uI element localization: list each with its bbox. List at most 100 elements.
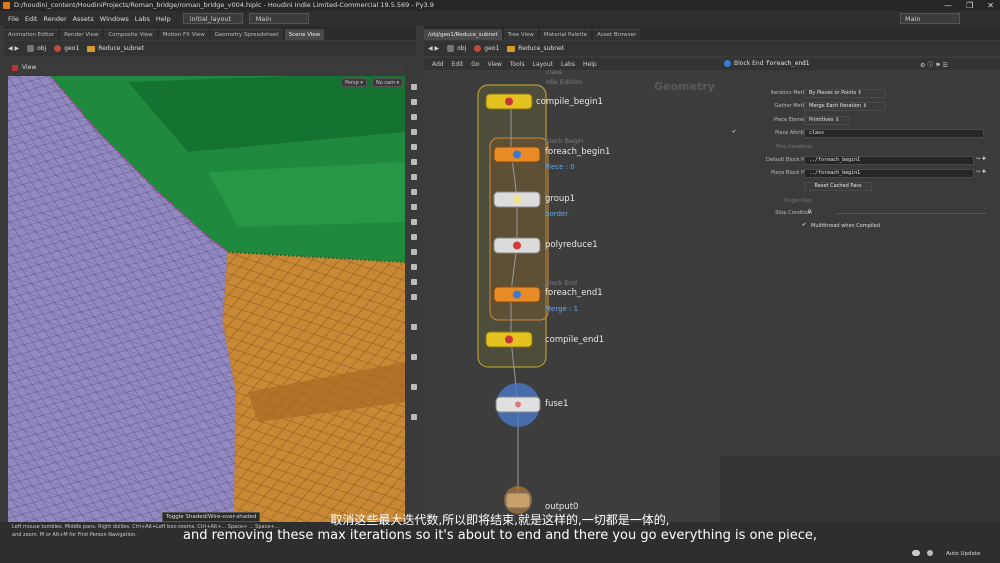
grid-icon[interactable] (411, 204, 417, 210)
tab-animation-editor[interactable]: Animation Editor (4, 29, 59, 40)
param-toolbar-icons[interactable]: ⚙ ⓘ ⚑ ☰ (920, 60, 948, 69)
geo-icon (54, 45, 62, 52)
node-foreach-end1-info: Merge : 1 (545, 305, 579, 313)
tab-composite-view[interactable]: Composite View (104, 29, 157, 40)
viewport-menu-icon[interactable] (12, 65, 18, 71)
net-menu-layout[interactable]: Layout (533, 61, 553, 68)
iteration-method-select[interactable]: By Pieces or Points ⇕ (804, 89, 886, 98)
no-cam-button[interactable]: No cam ▾ (372, 78, 404, 87)
menu-render[interactable]: Render (43, 15, 66, 23)
normals-icon[interactable] (411, 174, 417, 180)
houdini-app-icon (3, 2, 10, 9)
shade-mode-icon[interactable] (411, 264, 417, 270)
menu-assets[interactable]: Assets (73, 15, 94, 23)
stop-condition-slider[interactable] (836, 213, 986, 214)
param-node-name[interactable]: foreach_end1 (766, 60, 809, 67)
subtitle-en: and removing these max iterations so it'… (183, 528, 817, 543)
auto-update-button[interactable]: Auto Update (946, 551, 980, 557)
back-arrow-icon[interactable]: ◀ ▶ (8, 45, 19, 52)
param-row-single-pass: Single Pass (783, 198, 812, 204)
viewport-view-label[interactable]: View (22, 64, 36, 71)
tab-geometry-spreadsheet[interactable]: Geometry Spreadsheet (210, 29, 283, 40)
reset-cached-pass-button[interactable]: Reset Cached Pass (804, 182, 872, 191)
status-indicator-icon (927, 550, 933, 556)
right-desk-select[interactable]: Main (900, 13, 960, 24)
visualizer-icon[interactable] (411, 189, 417, 195)
camera-icon[interactable] (411, 234, 417, 240)
persp-camera-button[interactable]: Persp ▾ (341, 78, 367, 87)
wireframe-icon[interactable] (411, 99, 417, 105)
gather-method-select[interactable]: Merge Each Iteration ⇕ (804, 102, 886, 111)
net-menu-go[interactable]: Go (471, 61, 479, 68)
net-menu-labs[interactable]: Labs (561, 61, 575, 68)
path-subnet[interactable]: Reduce_subnet (87, 45, 144, 52)
tab-tree-view[interactable]: Tree View (503, 29, 538, 40)
tab-scene-view[interactable]: Scene View (284, 29, 325, 40)
menu-windows[interactable]: Windows (100, 15, 129, 23)
close-button[interactable]: ✕ (987, 0, 994, 11)
right-path-bar: ◀ ▶ obj geo1 Reduce_subnet (424, 41, 1000, 56)
net-menu-add[interactable]: Add (432, 61, 444, 68)
tab-render-view[interactable]: Render View (60, 29, 103, 40)
maximize-button[interactable]: ❐ (966, 0, 973, 11)
obj-icon (27, 45, 35, 52)
node-polyreduce1-label[interactable]: polyreduce1 (545, 240, 598, 250)
piece-attribute-field[interactable]: class (804, 129, 984, 138)
scene-viewport[interactable] (8, 62, 405, 522)
menu-labs[interactable]: Labs (135, 15, 150, 23)
menu-file[interactable]: File (8, 15, 19, 23)
link-icon[interactable] (411, 324, 417, 330)
subtitle-cn: 取消这些最大迭代数,所以即将结束,就是这样的,一切都是一体的, (330, 513, 670, 527)
menu-help[interactable]: Help (156, 15, 171, 23)
flipbook-icon[interactable] (411, 354, 417, 360)
ghost-icon[interactable] (411, 129, 417, 135)
tab-motion-fx-view[interactable]: Motion FX View (158, 29, 209, 40)
path-geo[interactable]: geo1 (54, 45, 79, 52)
net-menu-tools[interactable]: Tools (510, 61, 525, 68)
shaded-icon[interactable] (411, 114, 417, 120)
xray-icon[interactable] (411, 294, 417, 300)
node-compile-begin1 (485, 93, 533, 110)
multithread-check-icon[interactable]: ✔ (802, 222, 806, 228)
piece-elements-select[interactable]: Primitives ⇕ (804, 116, 850, 125)
piece-block-path-field[interactable]: ../foreach_begin1 (804, 169, 974, 178)
display-options-icon[interactable] (411, 84, 417, 90)
node-chooser-icon[interactable]: ↪ ✚ (976, 156, 986, 162)
default-block-path-field[interactable]: ../foreach_begin1 (804, 156, 974, 165)
render-region-icon[interactable] (411, 384, 417, 390)
path-geo[interactable]: geo1 (474, 45, 499, 52)
desktop-select[interactable]: initial_layout (182, 13, 243, 24)
network-editor[interactable]: Geometry class Idle Edition compile_begi… (424, 70, 720, 522)
node-compile-end1-label[interactable]: compile_end1 (545, 335, 604, 345)
menu-edit[interactable]: Edit (25, 15, 38, 23)
tab-asset-browser[interactable]: Asset Browser (593, 29, 641, 40)
path-subnet[interactable]: Reduce_subnet (507, 45, 564, 52)
points-icon[interactable] (411, 159, 417, 165)
path-obj[interactable]: obj (447, 45, 466, 52)
node-foreach-begin1-label[interactable]: foreach_begin1 (545, 147, 610, 157)
home-icon[interactable] (411, 414, 417, 420)
cull-backface-icon[interactable] (411, 279, 417, 285)
net-menu-help[interactable]: Help (583, 61, 597, 68)
main-shelf-select[interactable]: Main (248, 13, 309, 24)
stop-condition-field[interactable]: 0 (804, 209, 834, 218)
node-compile-begin1-header: class (546, 70, 563, 76)
node-chooser-icon[interactable]: ↪ ✚ (976, 169, 986, 175)
net-menu-edit[interactable]: Edit (452, 61, 464, 68)
node-compile-begin1-label[interactable]: compile_begin1 (536, 97, 603, 107)
chat-icon[interactable] (912, 550, 920, 556)
piece-attribute-check-icon[interactable]: ✔ (732, 129, 736, 135)
node-group1-info: border (545, 210, 569, 218)
node-fuse1-label[interactable]: fuse1 (545, 399, 568, 409)
tab-material-palette[interactable]: Material Palette (539, 29, 592, 40)
lighting-icon[interactable] (411, 144, 417, 150)
back-arrow-icon[interactable]: ◀ ▶ (428, 45, 439, 52)
node-group1-label[interactable]: group1 (545, 194, 575, 204)
snapping-icon[interactable] (411, 219, 417, 225)
tab-network-editor[interactable]: /obj/geo1/Reduce_subnet (424, 29, 502, 40)
node-foreach-end1-label[interactable]: foreach_end1 (545, 288, 603, 298)
minimize-button[interactable]: — (944, 0, 952, 11)
net-menu-view[interactable]: View (488, 61, 502, 68)
path-obj[interactable]: obj (27, 45, 46, 52)
bounding-box-icon[interactable] (411, 249, 417, 255)
